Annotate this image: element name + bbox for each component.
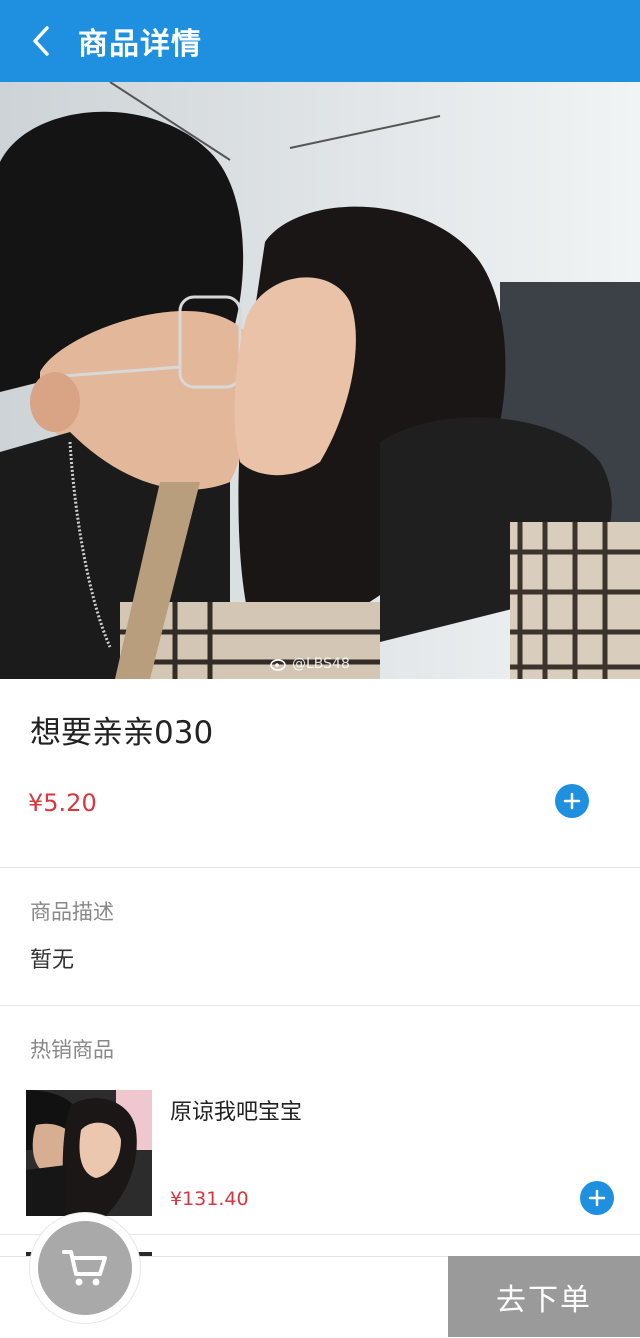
watermark-text: @LBS48	[292, 656, 350, 672]
description-section: 商品描述 暂无	[0, 868, 640, 1006]
page-title: 商品详情	[78, 27, 202, 62]
plus-icon	[563, 792, 581, 810]
product-price: ¥5.20	[28, 789, 97, 817]
list-item[interactable]: 原谅我吧宝宝 ¥131.40	[0, 1086, 640, 1235]
product-name: 想要亲亲030	[30, 715, 214, 751]
description-text: 暂无	[30, 948, 75, 973]
product-image: @LBS48	[0, 82, 640, 679]
hot-item-price: ¥131.40	[170, 1188, 249, 1210]
description-label: 商品描述	[30, 900, 114, 924]
hot-item-thumbnail	[26, 1090, 152, 1216]
back-button[interactable]	[26, 21, 56, 61]
image-watermark: @LBS48	[270, 656, 350, 672]
checkout-button[interactable]: 去下单	[448, 1256, 640, 1337]
chevron-left-icon	[33, 26, 49, 56]
top-nav-bar: 商品详情	[0, 0, 640, 82]
hot-products-label: 热销商品	[30, 1038, 114, 1062]
cart-button[interactable]	[30, 1213, 140, 1323]
plus-icon	[588, 1189, 606, 1207]
hot-item-name: 原谅我吧宝宝	[170, 1100, 303, 1125]
hot-item-add-button[interactable]	[580, 1181, 614, 1215]
product-photo	[0, 82, 640, 679]
cart-button-inner	[38, 1221, 132, 1315]
add-to-cart-button[interactable]	[555, 784, 589, 818]
cart-icon	[62, 1250, 107, 1286]
weibo-icon	[270, 659, 286, 671]
product-info: 想要亲亲030 ¥5.20	[0, 679, 640, 868]
